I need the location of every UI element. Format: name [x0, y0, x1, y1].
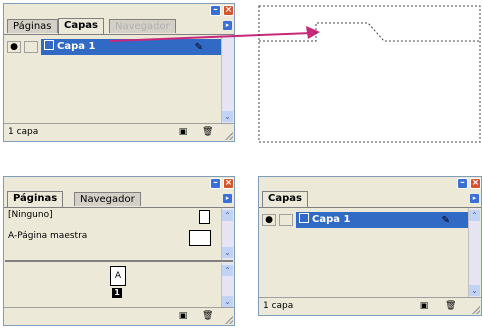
close-icon[interactable]: × [223, 178, 234, 189]
pages-section: A 1 ⌃ ⌄ [5, 263, 233, 309]
status-bar: ▣ 🗑 [4, 307, 234, 325]
layer-count: 1 capa [263, 301, 294, 311]
scrollbar[interactable]: ⌃ ⌄ [468, 208, 480, 298]
drag-arrow-line [109, 32, 313, 42]
scroll-down-icon[interactable]: ⌄ [222, 247, 233, 258]
trash-icon[interactable]: 🗑 [445, 301, 456, 311]
layer-row[interactable]: ● Capa 1 ✎ [260, 212, 468, 228]
status-bar: 1 capa ▣ 🗑 [259, 297, 481, 315]
layer-name[interactable]: Capa 1 ✎ [296, 212, 468, 228]
drag-tab-outline [259, 22, 480, 42]
page-number: 1 [112, 288, 122, 298]
resize-grip-icon[interactable] [225, 316, 233, 324]
close-icon[interactable]: × [470, 178, 481, 189]
scroll-up-icon[interactable]: ⌃ [469, 210, 480, 221]
pen-icon: ✎ [441, 215, 450, 226]
minimize-icon[interactable]: – [210, 178, 221, 189]
palette-capas: – × Capas ▸ ● Capa 1 ✎ ⌃ ⌄ 1 capa ▣ 🗑 [258, 176, 482, 316]
scroll-down-icon[interactable]: ⌄ [222, 296, 233, 307]
trash-icon[interactable]: 🗑 [202, 311, 213, 321]
titlebar[interactable]: – × [259, 177, 481, 190]
tab-strip: Páginas Navegador ▸ [4, 190, 234, 208]
new-page-icon[interactable]: ▣ [178, 311, 188, 321]
scrollbar[interactable]: ⌃ ⌄ [221, 208, 233, 260]
scroll-down-icon[interactable]: ⌄ [469, 285, 480, 296]
new-layer-icon[interactable]: ▣ [419, 301, 429, 311]
scroll-up-icon[interactable]: ⌃ [222, 210, 233, 221]
drag-feedback [109, 5, 481, 143]
layers-list: ● Capa 1 ✎ ⌃ ⌄ [260, 208, 480, 298]
palette-paginas: – × Páginas Navegador ▸ [Ninguno] A-Pági… [3, 176, 235, 326]
drag-outline [258, 5, 481, 143]
master-none[interactable]: [Ninguno] [8, 210, 53, 220]
single-page-icon [199, 210, 210, 224]
master-a[interactable]: A-Página maestra [8, 231, 87, 241]
layer-color-swatch [299, 213, 309, 223]
drag-arrow-head [306, 26, 320, 39]
scroll-up-icon[interactable]: ⌃ [222, 265, 233, 276]
scrollbar[interactable]: ⌃ ⌄ [221, 263, 233, 309]
titlebar[interactable]: – × [4, 177, 234, 190]
eye-icon[interactable]: ● [262, 214, 276, 226]
masters-section: [Ninguno] A-Página maestra ⌃ ⌄ [5, 208, 233, 262]
lock-toggle[interactable] [279, 214, 293, 226]
minimize-icon[interactable]: – [457, 178, 468, 189]
tab-paginas[interactable]: Páginas [7, 191, 64, 207]
tab-capas[interactable]: Capas [262, 191, 308, 207]
resize-grip-icon[interactable] [472, 306, 480, 314]
spread-page-icon [189, 230, 211, 246]
flyout-menu-icon[interactable]: ▸ [470, 194, 479, 203]
tab-navegador[interactable]: Navegador [74, 192, 141, 206]
tab-strip: Capas ▸ [259, 190, 481, 208]
flyout-menu-icon[interactable]: ▸ [223, 194, 232, 203]
page-thumbnail[interactable]: A [110, 266, 126, 286]
